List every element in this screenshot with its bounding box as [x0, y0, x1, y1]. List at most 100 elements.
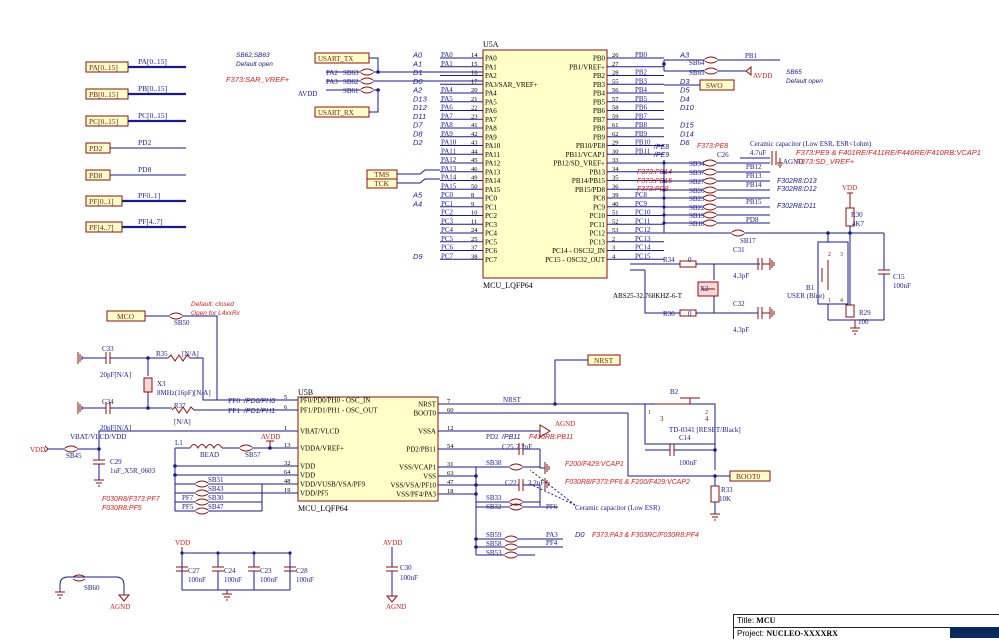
net-label: PA4	[441, 86, 453, 94]
pin-name: VDD	[300, 463, 315, 471]
pe8-suffix: /PE8	[653, 144, 669, 151]
net-label: PC0	[441, 191, 454, 199]
bus-label: PF0..1]	[138, 191, 160, 200]
c26-val: 4.7uF	[750, 149, 766, 157]
sb59-label: SB59	[486, 531, 502, 539]
pin-number: 21	[471, 96, 478, 103]
agnd-c30: AGND	[386, 603, 406, 611]
r37-val: [N/A]	[174, 418, 191, 426]
c28-val: 100nF	[296, 576, 314, 584]
default-open-note-2: Default open	[786, 78, 823, 85]
pin-name: PC11	[590, 221, 606, 229]
pin-name: PB13	[589, 168, 605, 176]
bus-port-label: PB[0..15]	[89, 90, 118, 99]
pe9-suffix: /PE9	[653, 152, 669, 159]
r35-ref: R35	[156, 350, 168, 358]
project-value: NUCLEO-XXXXRX	[766, 629, 838, 638]
svg-text:3: 3	[660, 415, 664, 423]
c33-val: 20pF[N/A]	[100, 371, 131, 379]
net-label: PB10	[635, 139, 651, 147]
bus-port-pf01: PF[0..1] PF0..1]	[85, 191, 186, 207]
net-label: PA10	[441, 139, 457, 147]
arduino-label: D15	[680, 121, 695, 130]
pin-number: 50	[471, 183, 478, 190]
pin-number: 35	[612, 175, 619, 182]
pb13-label: PB13	[746, 172, 762, 180]
d0-label: D0	[575, 530, 585, 539]
net-label: PB0	[635, 51, 648, 59]
bead-label: BEAD	[200, 451, 219, 459]
u5b-chip: U5B MCU_LQFP64 PF0/PD0/PH0 - OSC_IN5PF1/…	[284, 388, 454, 513]
c28-ref: C28	[296, 567, 308, 575]
arduino-label: A1	[412, 59, 422, 68]
c29-ref: C29	[110, 458, 122, 466]
c15-ref: C15	[893, 273, 905, 281]
st-logo	[950, 627, 999, 638]
b1-val: USER (Blue)	[787, 292, 825, 300]
pin-number: 38	[471, 253, 478, 260]
arduino-label: D5	[680, 86, 690, 95]
net-label: PA7	[441, 112, 453, 120]
sb30-label: SB30	[208, 494, 224, 502]
pin-name: PA2	[485, 72, 497, 80]
pb15-label: PB15	[746, 198, 762, 206]
pin-number: 44	[471, 148, 478, 155]
pin-name: PB12/SD_VREF+	[553, 160, 605, 168]
title-label: Title:	[737, 616, 755, 625]
nrst-port-label: NRST	[594, 356, 614, 365]
pin-number: 34	[612, 166, 619, 173]
arduino-label: D8	[413, 129, 423, 138]
sb23-label: SB23	[689, 195, 705, 203]
sb47-label: SB47	[208, 503, 224, 511]
net-label: PB8	[635, 121, 648, 129]
avdd-label-sb61: AVDD	[298, 90, 317, 98]
u5a-chip: U5A MCU_LQFP64 PA0 14 PA0 A0 PA1 15 PA1 A1 PA2 16…	[412, 40, 695, 290]
power-left-block: VBAT/VLCD/VDD VDD SB45 C29 1uF_X5R_0603 …	[30, 430, 290, 515]
net-label: PA5	[441, 95, 453, 103]
r34-val: 0	[688, 256, 692, 264]
c24-ref: C24	[224, 567, 236, 575]
pin-number: 23	[471, 113, 478, 120]
net-label: PA15	[441, 182, 457, 190]
avdd-pb1: AVDD	[753, 72, 772, 80]
nrst-wire-label: NRST	[503, 396, 522, 404]
r34-ref: R34	[663, 256, 675, 264]
pin-number: 14	[471, 52, 478, 59]
c27-ref: C27	[188, 567, 200, 575]
pin-name: NRST	[418, 401, 437, 409]
pin-name: VSS/PF4/PA3	[396, 491, 436, 499]
c32-ref: C32	[733, 300, 745, 308]
arduino-label: D13	[413, 94, 428, 103]
pin-name: PC10	[589, 212, 605, 220]
pin-name: PC4	[485, 230, 498, 238]
pin-name: VDD/VUSB/VSA/PF9	[300, 481, 365, 489]
pin-number: 58	[612, 105, 619, 112]
u5a-ref: U5A	[483, 40, 499, 49]
pin-name: PA7	[485, 116, 497, 124]
pin-name: PB14/PB15	[572, 177, 606, 185]
pin-name: PB11/VCAP1	[566, 151, 606, 159]
pb1-label: PB1	[745, 52, 758, 60]
sb27-label: SB27	[689, 178, 705, 186]
net-label: PC15	[635, 252, 651, 260]
r35-val: [N/A]	[182, 350, 199, 358]
bus-port-label: PF[0..1]	[89, 197, 114, 206]
pin-number: 40	[612, 201, 619, 208]
pa2-label: PA2	[326, 69, 338, 77]
net-label: PB7	[635, 112, 648, 120]
pin-name: PB0	[593, 55, 606, 63]
pin-number: 42	[471, 131, 478, 138]
pin-name: PC8	[593, 195, 606, 203]
sb65-label: SB65	[689, 69, 705, 77]
tck-label: TCK	[374, 179, 390, 188]
r33-val: 10K	[719, 495, 731, 503]
c23-val: 100nF	[260, 576, 278, 584]
pin-name: PA0	[485, 55, 497, 63]
arduino-label: D7	[413, 121, 423, 130]
net-label: PA13	[441, 165, 457, 173]
sb22-label: SB22	[689, 204, 705, 212]
sb57-label: SB57	[245, 451, 261, 459]
pd0-suffix: /PD0/PH0	[243, 398, 275, 405]
svg-text:4: 4	[840, 298, 843, 304]
pin-name: PA14	[485, 177, 501, 185]
